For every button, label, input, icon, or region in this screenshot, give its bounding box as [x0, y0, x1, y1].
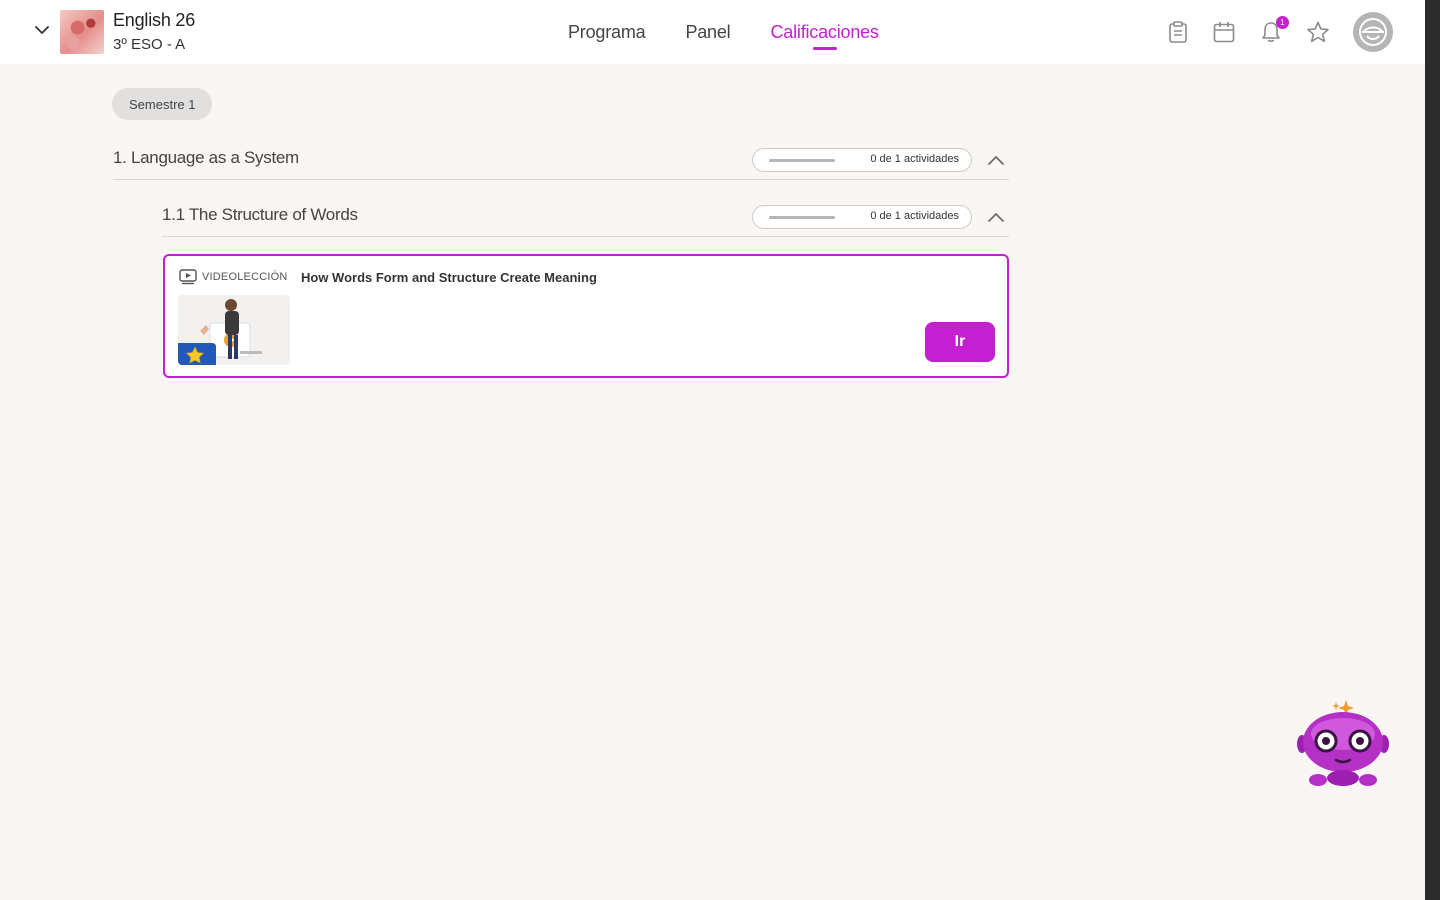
page: English 26 3º ESO - A Programa Panel Cal…: [0, 0, 1425, 900]
activity-type: VIDEOLECCIÓN: [179, 269, 288, 285]
activity-thumbnail[interactable]: [178, 295, 290, 365]
progress-text: 0 de 1 actividades: [870, 153, 959, 165]
subsection-row: 1.1 The Structure of Words 0 de 1 activi…: [162, 197, 1009, 237]
tab-panel[interactable]: Panel: [685, 0, 730, 64]
section-title[interactable]: 1. Language as a System: [113, 148, 299, 168]
subsection-progress: 0 de 1 actividades: [752, 205, 972, 229]
section-row: 1. Language as a System 0 de 1 actividad…: [113, 140, 1009, 180]
course-thumbnail[interactable]: [60, 10, 104, 54]
calendar-icon[interactable]: [1212, 20, 1236, 44]
tab-calificaciones[interactable]: Calificaciones: [770, 0, 878, 64]
star-icon[interactable]: [1306, 20, 1330, 44]
assistant-robot[interactable]: [1296, 698, 1390, 790]
progress-track: [769, 159, 835, 162]
clipboard-icon[interactable]: [1166, 20, 1190, 44]
scrollbar[interactable]: [1425, 0, 1440, 900]
section-progress: 0 de 1 actividades: [752, 148, 972, 172]
course-group: 3º ESO - A: [113, 36, 186, 53]
chevron-down-icon[interactable]: [30, 18, 54, 42]
chevron-up-icon[interactable]: [984, 205, 1008, 229]
bell-icon[interactable]: 1: [1259, 16, 1289, 44]
avatar[interactable]: [1353, 12, 1393, 52]
subsection-title[interactable]: 1.1 The Structure of Words: [162, 205, 358, 225]
activity-title[interactable]: How Words Form and Structure Create Mean…: [301, 270, 597, 285]
chevron-up-icon[interactable]: [984, 148, 1008, 172]
top-bar: English 26 3º ESO - A Programa Panel Cal…: [0, 0, 1425, 64]
tab-programa[interactable]: Programa: [568, 0, 646, 64]
semester-filter-chip[interactable]: Semestre 1: [112, 88, 213, 120]
notification-badge: 1: [1276, 16, 1289, 29]
go-button[interactable]: Ir: [925, 322, 995, 362]
activity-type-label: VIDEOLECCIÓN: [202, 271, 288, 283]
main-tabs: Programa Panel Calificaciones: [568, 0, 879, 64]
progress-text: 0 de 1 actividades: [870, 210, 959, 222]
activity-card[interactable]: VIDEOLECCIÓN How Words Form and Structur…: [163, 254, 1009, 378]
course-name[interactable]: English 26: [113, 10, 195, 31]
video-lesson-icon: [179, 269, 197, 285]
avatar-icon: [1359, 18, 1387, 46]
progress-track: [769, 216, 835, 219]
